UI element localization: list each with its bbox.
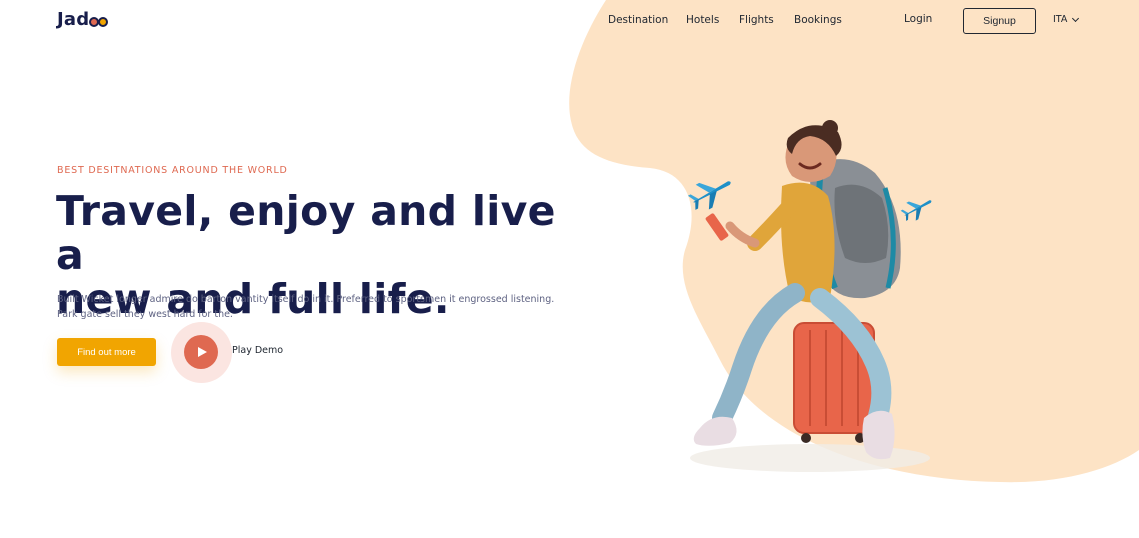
- airplane-icon: [900, 200, 932, 221]
- traveler-illustration: [690, 120, 930, 472]
- nav-link-bookings[interactable]: Bookings: [794, 14, 842, 26]
- top-navbar: Jad Destination Hotels Flights Bookings …: [0, 0, 1139, 42]
- logo-text: Jad: [57, 9, 90, 30]
- language-selector[interactable]: ITA: [1053, 14, 1080, 25]
- hero-description: Built Wicket longer admire do barton van…: [57, 294, 555, 320]
- nav-link-destination[interactable]: Destination: [608, 14, 668, 26]
- login-link[interactable]: Login: [904, 13, 932, 25]
- logo[interactable]: Jad: [57, 9, 109, 30]
- play-icon: [198, 347, 207, 357]
- find-out-more-button[interactable]: Find out more: [57, 338, 156, 366]
- logo-dots: [89, 13, 109, 27]
- play-demo-button[interactable]: [184, 335, 218, 369]
- hero-tagline: BEST DESITNATIONS AROUND THE WORLD: [57, 165, 288, 176]
- hero-headline-line1: Travel, enjoy and live a: [56, 187, 556, 279]
- airplane-icon: [687, 181, 731, 210]
- chevron-down-icon: [1072, 14, 1080, 22]
- logo-dot-icon: [98, 16, 109, 27]
- nav-link-flights[interactable]: Flights: [739, 14, 774, 26]
- language-selected: ITA: [1053, 14, 1068, 25]
- play-demo-label[interactable]: Play Demo: [232, 345, 283, 356]
- nav-link-hotels[interactable]: Hotels: [686, 14, 719, 26]
- signup-button[interactable]: Signup: [963, 8, 1036, 34]
